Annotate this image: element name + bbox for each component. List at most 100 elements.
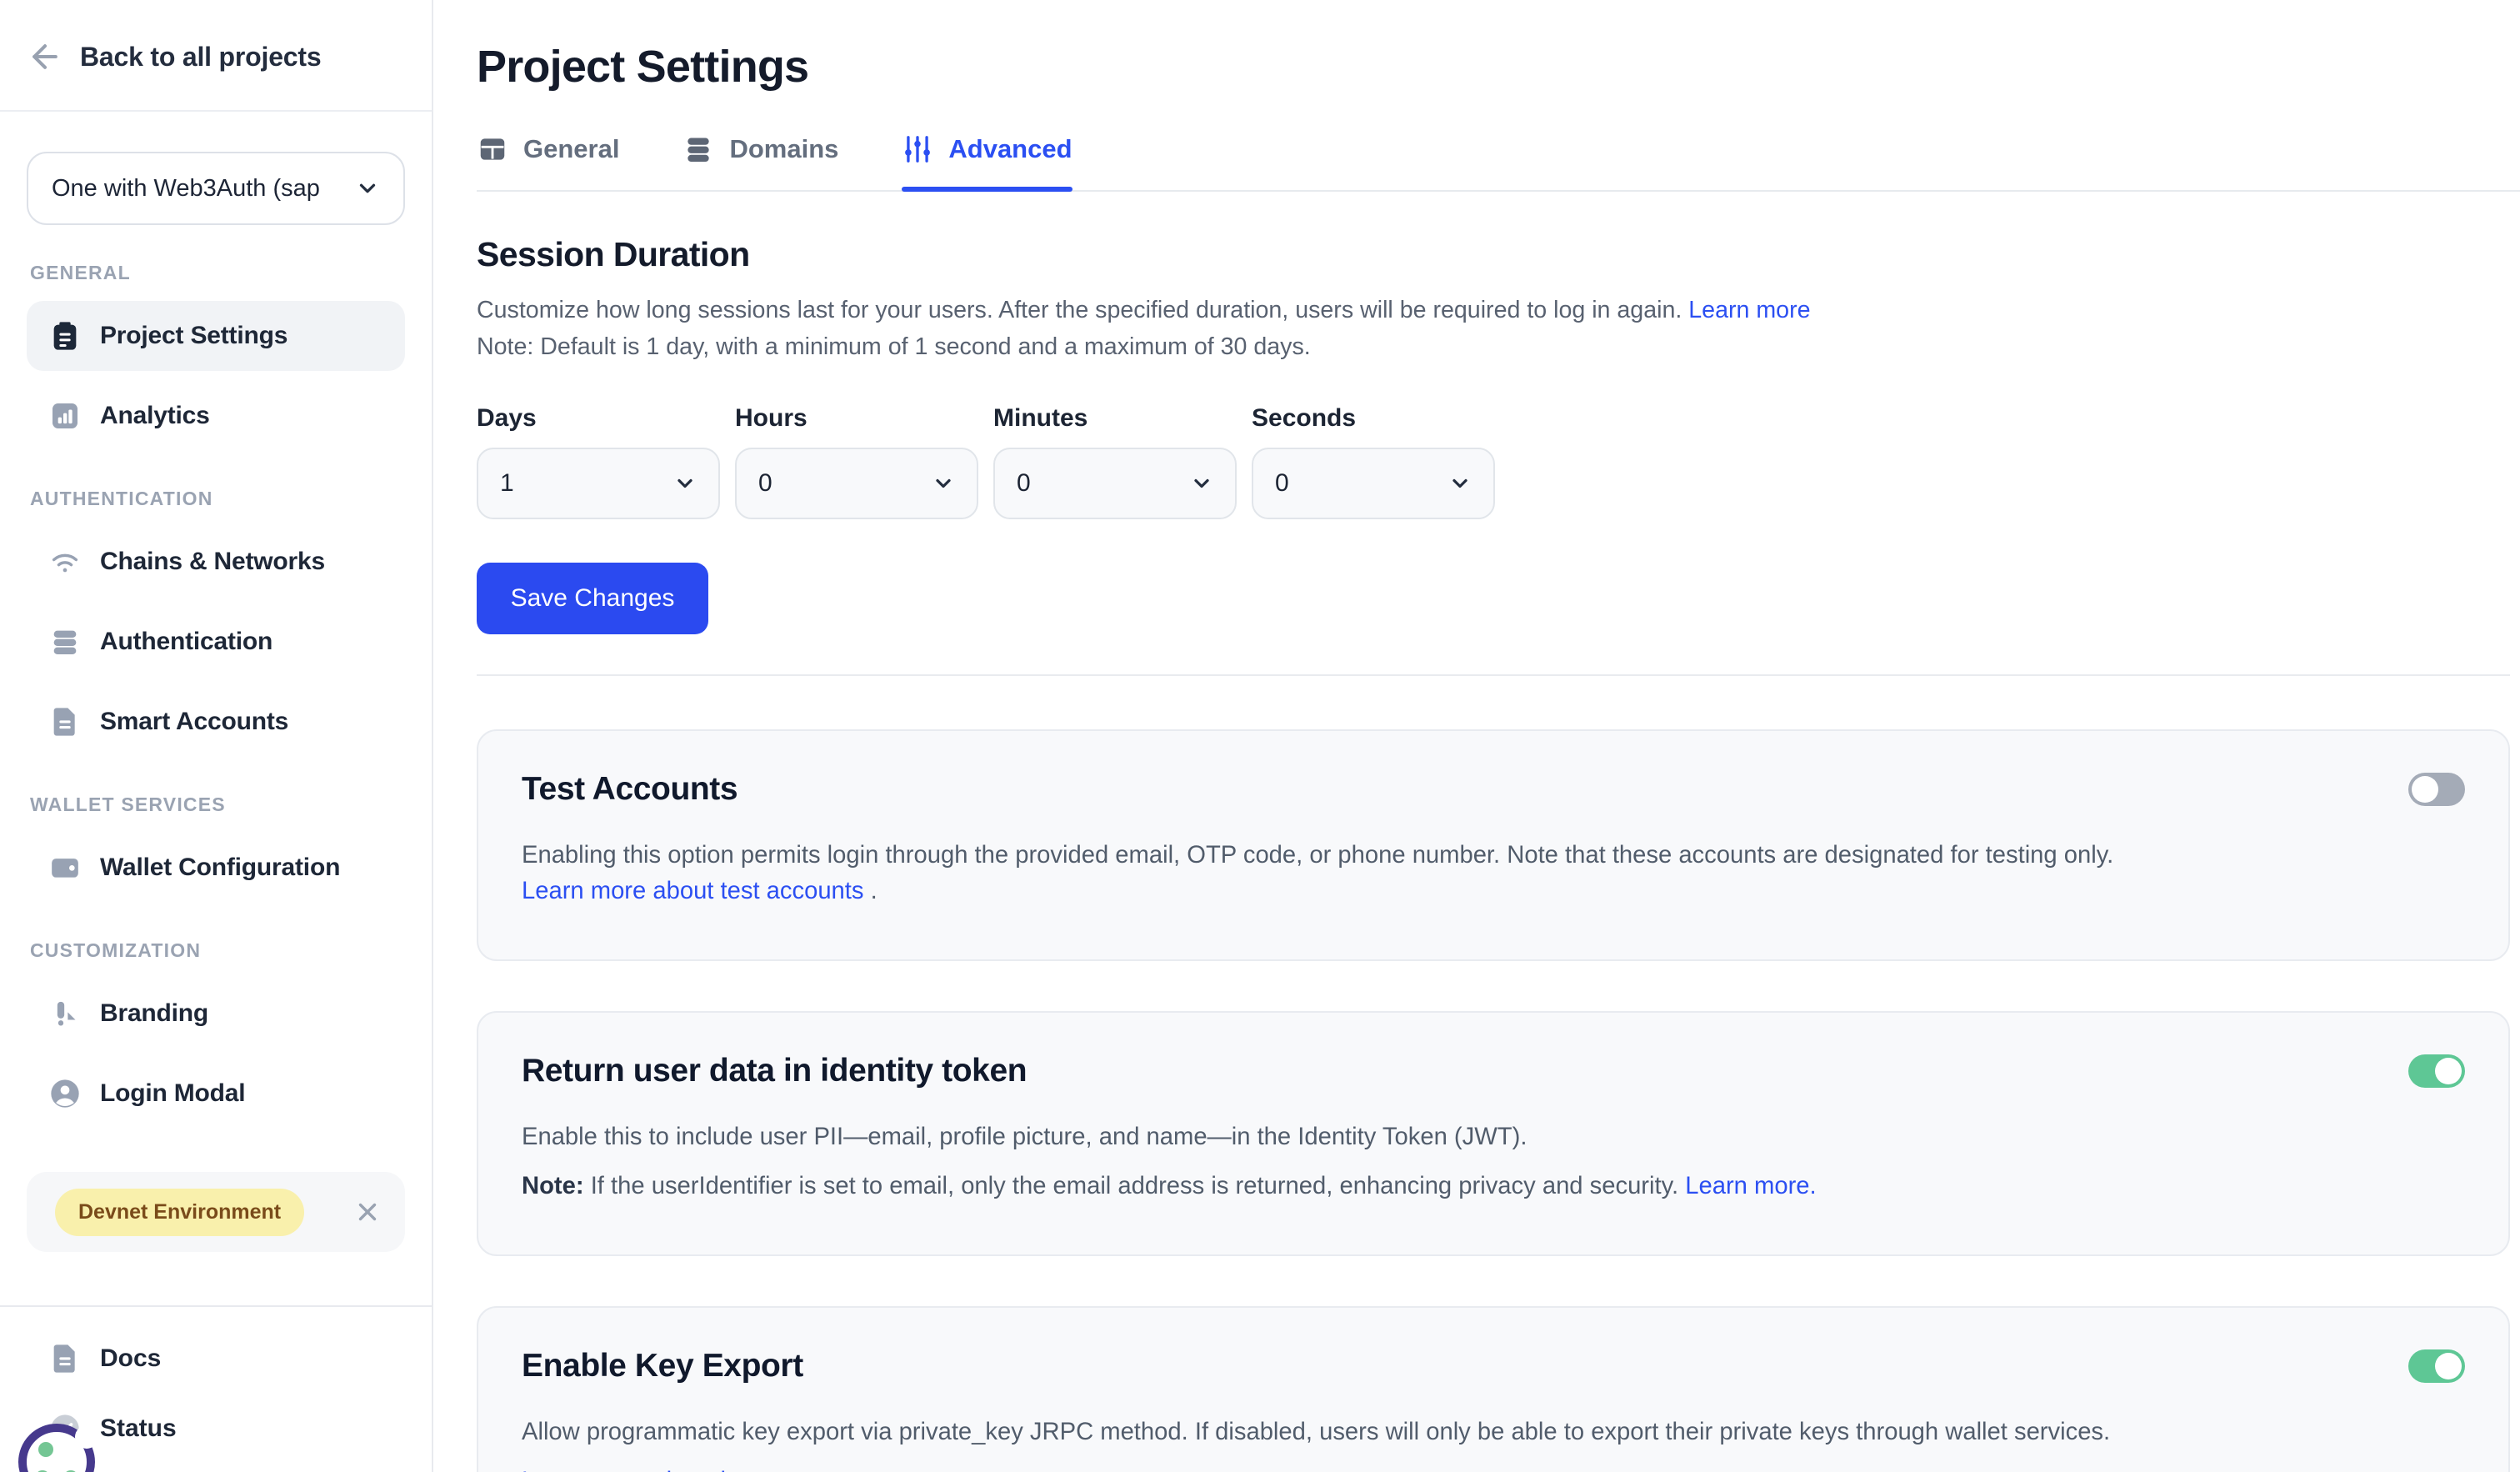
sidebar-item-label: Analytics bbox=[100, 402, 210, 430]
learn-more-link[interactable]: Learn more bbox=[1688, 297, 1810, 323]
key-export-toggle[interactable] bbox=[2408, 1349, 2465, 1383]
session-duration-heading: Session Duration bbox=[477, 235, 2510, 274]
identity-token-toggle[interactable] bbox=[2408, 1054, 2465, 1088]
sidebar-item-label: Authentication bbox=[100, 628, 272, 656]
app: Back to all projects One with Web3Auth (… bbox=[0, 0, 2520, 1472]
save-changes-button[interactable]: Save Changes bbox=[477, 563, 708, 634]
tab-general[interactable]: General bbox=[477, 133, 619, 190]
hours-label: Hours bbox=[735, 404, 978, 433]
test-accounts-toggle[interactable] bbox=[2408, 773, 2465, 806]
minutes-value: 0 bbox=[1017, 469, 1031, 498]
project-selector-value: One with Web3Auth (sap bbox=[52, 175, 320, 203]
sidebar-item-label: Smart Accounts bbox=[100, 708, 288, 736]
sidebar: Back to all projects One with Web3Auth (… bbox=[0, 0, 433, 1472]
card-title: Test Accounts bbox=[522, 771, 738, 808]
seconds-select[interactable]: 0 bbox=[1252, 448, 1495, 519]
sidebar-item-project-settings[interactable]: Project Settings bbox=[27, 301, 405, 371]
clipboard-icon bbox=[48, 319, 82, 353]
card-title: Return user data in identity token bbox=[522, 1053, 1027, 1089]
close-icon[interactable] bbox=[353, 1198, 382, 1226]
arrow-left-icon bbox=[27, 38, 63, 75]
days-value: 1 bbox=[500, 469, 514, 498]
docs-label: Docs bbox=[100, 1344, 161, 1373]
main-content: Project Settings General Domains Advance… bbox=[433, 0, 2520, 1472]
hours-field: Hours 0 bbox=[735, 404, 978, 519]
days-label: Days bbox=[477, 404, 720, 433]
wallet-icon bbox=[48, 851, 82, 884]
sidebar-item-analytics[interactable]: Analytics bbox=[27, 381, 405, 451]
key-export-card: Enable Key Export Allow programmatic key… bbox=[477, 1306, 2510, 1472]
hours-select[interactable]: 0 bbox=[735, 448, 978, 519]
card-description-text: Enabling this option permits login throu… bbox=[522, 842, 2113, 869]
sidebar-item-label: Branding bbox=[100, 999, 208, 1028]
minutes-label: Minutes bbox=[993, 404, 1237, 433]
chevron-down-icon bbox=[1190, 472, 1213, 495]
bar-chart-icon bbox=[48, 399, 82, 433]
sidebar-item-chains-networks[interactable]: Chains & Networks bbox=[27, 527, 405, 597]
user-circle-icon bbox=[48, 1077, 82, 1110]
stack-icon bbox=[682, 133, 714, 165]
project-selector[interactable]: One with Web3Auth (sap bbox=[27, 152, 405, 225]
page-title: Project Settings bbox=[477, 40, 2510, 93]
note-label: Note: bbox=[522, 1173, 584, 1199]
section-label-customization: CUSTOMIZATION bbox=[30, 939, 432, 962]
card-description: Allow programmatic key export via privat… bbox=[522, 1414, 2465, 1472]
minutes-field: Minutes 0 bbox=[993, 404, 1237, 519]
section-label-authentication: AUTHENTICATION bbox=[30, 488, 432, 510]
document-icon bbox=[48, 705, 82, 739]
environment-badge: Devnet Environment bbox=[55, 1189, 304, 1236]
tab-label: General bbox=[523, 134, 619, 164]
session-duration-note: Note: Default is 1 day, with a minimum o… bbox=[477, 333, 2510, 361]
card-description: Enable this to include user PII—email, p… bbox=[522, 1119, 2465, 1204]
seconds-value: 0 bbox=[1275, 469, 1289, 498]
note-text: If the userIdentifier is set to email, o… bbox=[584, 1173, 1686, 1199]
sidebar-item-label: Project Settings bbox=[100, 322, 288, 350]
test-accounts-card: Test Accounts Enabling this option permi… bbox=[477, 729, 2510, 961]
tab-domains[interactable]: Domains bbox=[682, 133, 838, 190]
wifi-icon bbox=[48, 545, 82, 578]
hours-value: 0 bbox=[758, 469, 772, 498]
seconds-label: Seconds bbox=[1252, 404, 1495, 433]
sidebar-item-label: Login Modal bbox=[100, 1079, 245, 1108]
chevron-down-icon bbox=[932, 472, 955, 495]
sidebar-item-label: Chains & Networks bbox=[100, 548, 325, 576]
tab-label: Advanced bbox=[948, 134, 1072, 164]
session-duration-description: Customize how long sessions last for you… bbox=[477, 296, 2510, 324]
table-icon bbox=[477, 133, 508, 165]
chevron-down-icon bbox=[673, 472, 697, 495]
chevron-down-icon bbox=[355, 176, 380, 201]
branding-icon bbox=[48, 997, 82, 1030]
docs-link[interactable]: Docs bbox=[0, 1327, 432, 1390]
sidebar-item-branding[interactable]: Branding bbox=[27, 979, 405, 1049]
link-suffix: . bbox=[864, 878, 878, 904]
sidebar-header: Back to all projects bbox=[0, 0, 432, 112]
tab-label: Domains bbox=[729, 134, 838, 164]
database-icon bbox=[48, 625, 82, 658]
session-description-text: Customize how long sessions last for you… bbox=[477, 297, 1682, 323]
sidebar-item-label: Wallet Configuration bbox=[100, 854, 340, 882]
learn-more-key-export-link[interactable]: Learn more about key export. bbox=[522, 1468, 839, 1472]
sidebar-item-wallet-configuration[interactable]: Wallet Configuration bbox=[27, 833, 405, 903]
seconds-field: Seconds 0 bbox=[1252, 404, 1495, 519]
status-label: Status bbox=[100, 1414, 177, 1443]
days-field: Days 1 bbox=[477, 404, 720, 519]
learn-more-identity-link[interactable]: Learn more. bbox=[1685, 1173, 1816, 1199]
back-to-projects-label: Back to all projects bbox=[80, 42, 321, 73]
learn-more-test-accounts-link[interactable]: Learn more about test accounts bbox=[522, 878, 864, 904]
duration-fields: Days 1 Hours 0 Minutes bbox=[477, 404, 2510, 519]
card-description-text: Allow programmatic key export via privat… bbox=[522, 1419, 2110, 1445]
chevron-down-icon bbox=[1448, 472, 1472, 495]
sidebar-item-authentication[interactable]: Authentication bbox=[27, 607, 405, 677]
identity-token-card: Return user data in identity token Enabl… bbox=[477, 1011, 2510, 1256]
divider bbox=[477, 674, 2510, 676]
back-to-projects-button[interactable]: Back to all projects bbox=[27, 38, 405, 75]
section-label-general: GENERAL bbox=[30, 262, 432, 284]
section-label-wallet-services: WALLET SERVICES bbox=[30, 794, 432, 816]
sidebar-item-smart-accounts[interactable]: Smart Accounts bbox=[27, 687, 405, 757]
tab-advanced[interactable]: Advanced bbox=[902, 133, 1072, 190]
sidebar-item-login-modal[interactable]: Login Modal bbox=[27, 1059, 405, 1129]
days-select[interactable]: 1 bbox=[477, 448, 720, 519]
card-title: Enable Key Export bbox=[522, 1348, 803, 1384]
minutes-select[interactable]: 0 bbox=[993, 448, 1237, 519]
tab-bar: General Domains Advanced bbox=[477, 133, 2520, 192]
